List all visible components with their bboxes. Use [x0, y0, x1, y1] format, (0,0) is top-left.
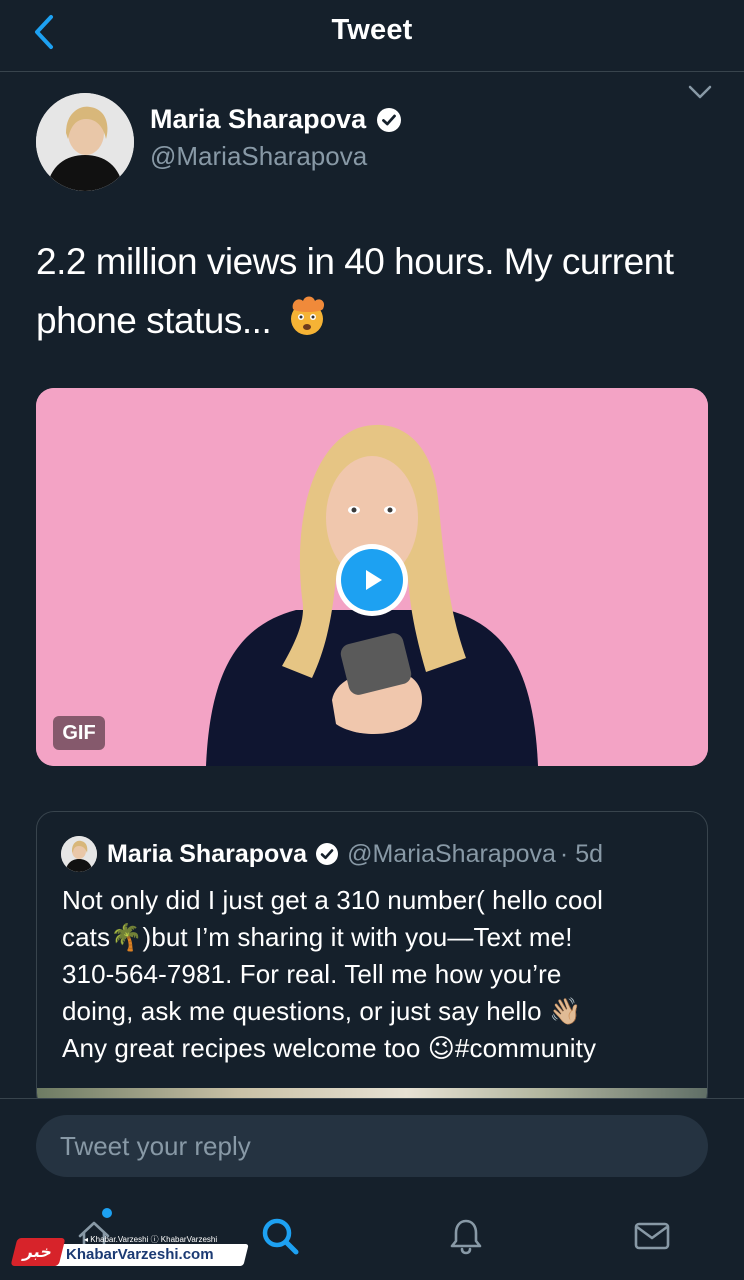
tab-search[interactable]: [256, 1212, 304, 1260]
quoted-text-line: Not only did I just get a 310 number( he…: [62, 885, 603, 915]
quoted-tweet[interactable]: Maria Sharapova @MariaSharapova · 5d Not…: [36, 811, 708, 1111]
quoted-text-line: Any great recipes welcome too 😉#communit…: [62, 1033, 597, 1063]
author-info[interactable]: Maria Sharapova @MariaSharapova: [150, 104, 402, 172]
quoted-tweet-header: Maria Sharapova @MariaSharapova · 5d: [61, 836, 603, 872]
watermark-text: KhabarVarzeshi.com: [66, 1246, 214, 1263]
watermark-logo: خبر: [10, 1238, 66, 1266]
quoted-author-handle: @MariaSharapova: [347, 839, 556, 868]
reply-bar: Tweet your reply: [0, 1098, 744, 1194]
watermark: ◂ Khabar.Varzeshi ⓘ KhabarVarzeshi Khaba…: [10, 1232, 249, 1268]
quoted-tweet-time: · 5d: [559, 839, 604, 868]
tweet-text: 2.2 million views in 40 hours. My curren…: [36, 232, 716, 354]
notifications-icon: [450, 1219, 482, 1255]
chevron-down-icon: [688, 85, 712, 99]
gif-badge: GIF: [53, 716, 105, 750]
verified-badge-icon: [316, 843, 339, 865]
quoted-text-line: 310-564-7981. For real. Tell me how you’…: [62, 959, 562, 989]
quoted-author-avatar: [61, 836, 97, 872]
page-title: Tweet: [331, 14, 413, 46]
author-name[interactable]: Maria Sharapova: [150, 104, 366, 135]
exploding-head-emoji-icon: [285, 293, 329, 354]
reply-input[interactable]: Tweet your reply: [36, 1115, 708, 1177]
tweet-text-body: 2.2 million views in 40 hours. My curren…: [36, 241, 674, 341]
tab-messages[interactable]: [628, 1212, 676, 1260]
tab-notifications[interactable]: [442, 1212, 490, 1260]
author-avatar[interactable]: [36, 93, 134, 191]
verified-badge-icon: [377, 107, 402, 132]
messages-icon: [634, 1222, 670, 1250]
home-notification-dot: [102, 1208, 112, 1218]
play-button[interactable]: [336, 544, 408, 616]
tweet-options-button[interactable]: [686, 80, 714, 104]
header-bar: Tweet: [0, 0, 744, 72]
quoted-text-line: cats🌴)but I’m sharing it with you—Text m…: [62, 922, 573, 952]
avatar-image: [36, 93, 134, 191]
quoted-author-name: Maria Sharapova: [107, 839, 308, 868]
author-handle[interactable]: @MariaSharapova: [150, 141, 402, 172]
quoted-tweet-text: Not only did I just get a 310 number( he…: [62, 882, 692, 1067]
quoted-text-line: doing, ask me questions, or just say hel…: [62, 996, 582, 1026]
search-icon: [262, 1218, 299, 1255]
play-icon: [341, 549, 403, 611]
